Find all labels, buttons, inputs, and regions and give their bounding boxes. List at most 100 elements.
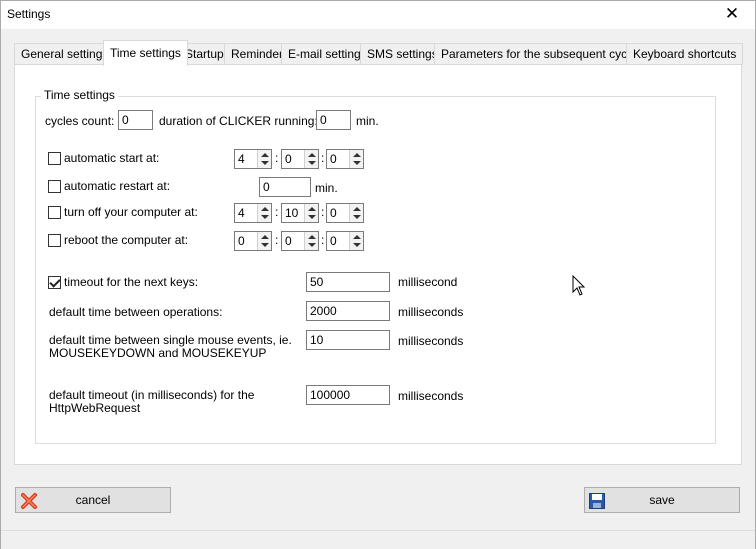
arrow-down-icon[interactable]: [261, 243, 269, 247]
mouse-events-unit: milliseconds: [398, 334, 464, 348]
auto-restart-unit: min.: [315, 181, 338, 195]
settings-window: Settings ✕ General settings Time setting…: [0, 0, 756, 549]
stepper-buttons[interactable]: [349, 204, 363, 222]
status-bar: [1, 530, 755, 549]
stepper-buttons[interactable]: [304, 150, 318, 168]
turn-off-second-stepper[interactable]: 0: [326, 203, 364, 223]
between-ops-input[interactable]: 2000: [306, 301, 390, 321]
reboot-label: reboot the computer at:: [64, 233, 189, 247]
window-title: Settings: [7, 7, 51, 21]
arrow-up-icon[interactable]: [308, 235, 316, 239]
arrow-up-icon[interactable]: [353, 153, 361, 157]
title-bar: Settings ✕: [1, 1, 755, 29]
arrow-down-icon[interactable]: [308, 161, 316, 165]
stepper-value: 4: [238, 152, 245, 166]
arrow-down-icon[interactable]: [353, 161, 361, 165]
auto-restart-label: automatic restart at:: [64, 179, 171, 193]
tab-label: SMS settings: [367, 47, 438, 61]
arrow-down-icon[interactable]: [308, 243, 316, 247]
between-ops-unit: milliseconds: [398, 305, 464, 319]
close-button[interactable]: ✕: [709, 1, 755, 29]
tab-keyboard-shortcuts[interactable]: Keyboard shortcuts: [626, 43, 744, 65]
duration-input[interactable]: 0: [316, 110, 351, 130]
turn-off-minute-stepper[interactable]: 10: [281, 203, 319, 223]
tab-label: Reminder: [231, 47, 284, 61]
arrow-up-icon[interactable]: [308, 153, 316, 157]
tab-label: E-mail settings: [288, 47, 367, 61]
stepper-value: 0: [285, 234, 292, 248]
stepper-buttons[interactable]: [257, 232, 271, 250]
stepper-buttons[interactable]: [257, 204, 271, 222]
turn-off-hour-stepper[interactable]: 4: [234, 203, 272, 223]
time-separator: :: [275, 233, 279, 247]
reboot-second-stepper[interactable]: 0: [326, 231, 364, 251]
http-timeout-input[interactable]: 100000: [306, 385, 390, 405]
time-separator: :: [275, 151, 279, 165]
time-separator: :: [321, 233, 325, 247]
tab-time-settings[interactable]: Time settings: [103, 40, 188, 66]
save-label: save: [649, 493, 675, 507]
stepper-buttons[interactable]: [349, 232, 363, 250]
stepper-buttons[interactable]: [349, 150, 363, 168]
time-separator: :: [321, 205, 325, 219]
turn-off-checkbox[interactable]: [48, 206, 61, 219]
auto-restart-checkbox[interactable]: [48, 180, 61, 193]
turn-off-label: turn off your computer at:: [64, 205, 198, 219]
mouse-events-label-line1: default time between single mouse events…: [49, 333, 292, 347]
http-timeout-label-line1: default timeout (in milliseconds) for th…: [49, 388, 255, 402]
arrow-down-icon[interactable]: [353, 215, 361, 219]
stepper-buttons[interactable]: [257, 150, 271, 168]
reboot-hour-stepper[interactable]: 0: [234, 231, 272, 251]
stepper-value: 0: [330, 234, 337, 248]
stepper-value: 0: [330, 152, 337, 166]
reboot-checkbox[interactable]: [48, 234, 61, 247]
tab-label: Keyboard shortcuts: [633, 47, 737, 61]
stepper-value: 0: [285, 152, 292, 166]
stepper-value: 0: [330, 206, 337, 220]
arrow-up-icon[interactable]: [353, 207, 361, 211]
between-ops-label: default time between operations:: [49, 305, 223, 319]
tab-general-settings[interactable]: General settings: [14, 43, 116, 65]
arrow-up-icon[interactable]: [353, 235, 361, 239]
duration-label: duration of CLICKER running:: [159, 114, 318, 128]
tab-sms-settings[interactable]: SMS settings: [360, 43, 445, 65]
auto-start-checkbox[interactable]: [48, 152, 61, 165]
arrow-down-icon[interactable]: [308, 215, 316, 219]
auto-start-minute-stepper[interactable]: 0: [281, 149, 319, 169]
arrow-down-icon[interactable]: [353, 243, 361, 247]
arrow-down-icon[interactable]: [261, 215, 269, 219]
timeout-keys-checkbox[interactable]: [48, 276, 61, 289]
cancel-button[interactable]: cancel: [15, 487, 171, 513]
arrow-up-icon[interactable]: [308, 207, 316, 211]
arrow-down-icon[interactable]: [261, 161, 269, 165]
arrow-up-icon[interactable]: [261, 207, 269, 211]
mouse-events-label-line2: MOUSEKEYDOWN and MOUSEKEYUP: [49, 346, 267, 360]
arrow-up-icon[interactable]: [261, 153, 269, 157]
time-separator: :: [275, 205, 279, 219]
cycles-count-input[interactable]: 0: [118, 110, 153, 130]
arrow-up-icon[interactable]: [261, 235, 269, 239]
tab-subsequent-cycles[interactable]: Parameters for the subsequent cycles: [434, 43, 650, 65]
tab-label: General settings: [21, 47, 109, 61]
stepper-value: 0: [238, 234, 245, 248]
stepper-buttons[interactable]: [304, 232, 318, 250]
tab-label: Startup: [185, 47, 224, 61]
timeout-keys-input[interactable]: 50: [306, 272, 390, 292]
timeout-keys-unit: millisecond: [398, 275, 458, 289]
mouse-cursor-icon: [572, 275, 586, 296]
save-button[interactable]: save: [584, 487, 740, 513]
stepper-buttons[interactable]: [304, 204, 318, 222]
http-timeout-label-line2: HttpWebRequest: [49, 401, 141, 415]
tab-label: Parameters for the subsequent cycles: [441, 47, 643, 61]
group-legend: Time settings: [41, 88, 118, 102]
tab-label: Time settings: [110, 46, 181, 60]
auto-start-second-stepper[interactable]: 0: [326, 149, 364, 169]
time-separator: :: [321, 151, 325, 165]
reboot-minute-stepper[interactable]: 0: [281, 231, 319, 251]
mouse-events-input[interactable]: 10: [306, 330, 390, 350]
stepper-value: 10: [285, 206, 299, 220]
auto-restart-input[interactable]: 0: [259, 177, 311, 197]
duration-unit: min.: [356, 114, 379, 128]
auto-start-hour-stepper[interactable]: 4: [234, 149, 272, 169]
timeout-keys-label: timeout for the next keys:: [64, 275, 199, 289]
